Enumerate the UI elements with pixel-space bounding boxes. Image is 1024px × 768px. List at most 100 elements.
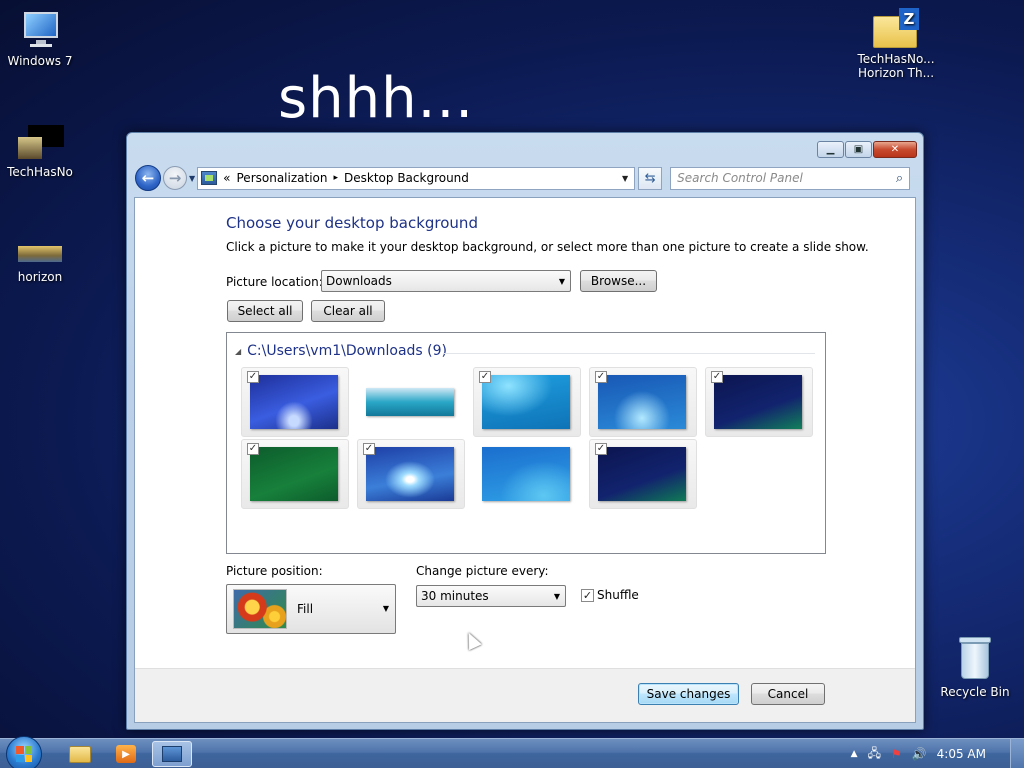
shuffle-checkbox[interactable]: ✓ <box>581 589 594 602</box>
thumbnail-checkbox[interactable]: ✓ <box>247 443 259 455</box>
maximize-icon: ▣ <box>853 144 864 155</box>
thumbnail-image <box>482 447 570 501</box>
breadcrumb-personalization[interactable]: Personalization <box>237 171 328 185</box>
control-panel-icon <box>162 746 182 762</box>
minimize-icon: ▁ <box>826 144 835 155</box>
taskbar-control-panel[interactable] <box>152 741 192 767</box>
desktop-icon-techhasno[interactable]: TechHasNo <box>0 125 80 179</box>
refresh-button[interactable]: ⇆ <box>638 166 663 190</box>
taskbar: ▶ ▲ 🖧 ⚑ 🔊 4:05 AM <box>0 736 1024 768</box>
thumbnail-checkbox[interactable]: ✓ <box>247 371 259 383</box>
system-tray: ▲ 🖧 ⚑ 🔊 4:05 AM <box>851 739 1024 768</box>
thumbnail-image <box>714 375 802 429</box>
picture-thumbnail[interactable]: ✓ <box>589 439 697 509</box>
search-icon[interactable]: ⌕ <box>896 171 903 186</box>
clear-all-button[interactable]: Clear all <box>311 300 385 322</box>
breadcrumb-prefix[interactable]: « <box>223 171 230 185</box>
thumbnail-checkbox[interactable]: ✓ <box>479 371 491 383</box>
minimize-button[interactable]: ▁ <box>817 141 844 158</box>
picture-thumbnail[interactable]: ✓ <box>473 367 581 437</box>
desktop-icon-label: TechHasNo... Horizon Th... <box>857 52 935 80</box>
desktop-icon-label: TechHasNo <box>7 165 73 179</box>
page-description: Click a picture to make it your desktop … <box>226 240 869 254</box>
taskbar-media-player[interactable]: ▶ <box>106 741 146 767</box>
thumbnail-image <box>366 447 454 501</box>
breadcrumb-desktop-background[interactable]: Desktop Background <box>344 171 469 185</box>
chevron-down-icon: ▼ <box>558 277 565 286</box>
image-file-icon <box>18 246 62 262</box>
group-divider <box>443 353 815 354</box>
window-controls: ▁ ▣ ✕ <box>817 141 917 158</box>
recycle-bin-icon <box>957 637 993 681</box>
group-header[interactable]: ◢ C:\Users\vm1\Downloads (9) <box>235 343 447 359</box>
picture-position-select[interactable]: Fill ▼ <box>226 584 396 634</box>
show-desktop-button[interactable] <box>1010 739 1024 768</box>
desktop-icon-label: Windows 7 <box>7 54 73 68</box>
thumbnail-checkbox[interactable]: ✓ <box>595 443 607 455</box>
picture-thumbnail[interactable]: ✓ <box>589 367 697 437</box>
close-icon: ✕ <box>890 144 900 155</box>
folder-icon <box>69 745 91 763</box>
zip-folder-icon: Z <box>873 8 919 48</box>
refresh-icon: ⇆ <box>644 170 656 186</box>
browse-button[interactable]: Browse... <box>580 270 657 292</box>
desktop-icon-techhasno-zip[interactable]: Z TechHasNo... Horizon Th... <box>856 8 936 80</box>
computer-icon <box>18 10 62 50</box>
desktop-background-window: ▁ ▣ ✕ ← → ▼ « Personalization ▸ Desktop … <box>126 132 924 730</box>
forward-button[interactable]: → <box>163 166 187 190</box>
thumbnail-image <box>598 375 686 429</box>
thumbnail-checkbox[interactable]: ✓ <box>363 443 375 455</box>
thumbnail-image <box>250 447 338 501</box>
page-title: Choose your desktop background <box>226 214 478 232</box>
chevron-down-icon: ▼ <box>382 604 389 613</box>
picture-position-value: Fill <box>297 602 314 616</box>
select-all-button[interactable]: Select all <box>227 300 303 322</box>
clock[interactable]: 4:05 AM <box>937 747 986 761</box>
chevron-down-icon: ▼ <box>553 592 560 601</box>
group-title: C:\Users\vm1\Downloads (9) <box>247 343 447 359</box>
volume-icon[interactable]: 🔊 <box>912 747 927 761</box>
collapse-triangle-icon[interactable]: ◢ <box>235 347 241 356</box>
picture-thumbnail[interactable]: ✓ <box>705 367 813 437</box>
desktop-icon-horizon[interactable]: horizon <box>0 246 80 284</box>
back-button[interactable]: ← <box>135 165 161 191</box>
thumbnail-image <box>250 375 338 429</box>
thumbnail-checkbox[interactable]: ✓ <box>595 371 607 383</box>
picture-thumbnail[interactable]: ✓ <box>241 367 349 437</box>
desktop-icon-recycle-bin[interactable]: Recycle Bin <box>935 637 1015 699</box>
chevron-down-icon[interactable]: ▼ <box>622 174 634 183</box>
picture-thumbnail[interactable] <box>357 367 465 437</box>
cancel-button[interactable]: Cancel <box>751 683 825 705</box>
start-button[interactable] <box>6 736 42 768</box>
windows-logo-icon <box>16 746 32 762</box>
search-input[interactable]: Search Control Panel ⌕ <box>670 166 911 190</box>
picture-location-select[interactable]: Downloads ▼ <box>321 270 571 292</box>
change-picture-every-select[interactable]: 30 minutes ▼ <box>416 585 566 607</box>
control-panel-icon <box>201 171 218 185</box>
recent-pages-dropdown[interactable]: ▼ <box>189 174 195 183</box>
breadcrumb-separator[interactable]: ▸ <box>333 173 338 183</box>
desktop-icon-windows7[interactable]: Windows 7 <box>0 10 80 68</box>
picture-thumbnail[interactable]: ✓ <box>357 439 465 509</box>
picture-thumbnail[interactable] <box>473 439 581 509</box>
network-icon[interactable]: 🖧 <box>868 744 881 765</box>
maximize-button[interactable]: ▣ <box>845 141 872 158</box>
taskbar-explorer[interactable] <box>60 741 100 767</box>
picture-position-label: Picture position: <box>226 564 323 578</box>
shuffle-label[interactable]: Shuffle <box>597 588 639 602</box>
mouse-cursor <box>462 629 482 651</box>
address-bar[interactable]: « Personalization ▸ Desktop Background ▼ <box>197 166 636 190</box>
action-center-flag-icon[interactable]: ⚑ <box>891 747 902 761</box>
picture-thumbnail[interactable]: ✓ <box>241 439 349 509</box>
desktop-icon-label: Recycle Bin <box>940 685 1010 699</box>
image-file-icon <box>16 125 64 161</box>
picture-location-label: Picture location: <box>226 275 323 289</box>
desktop-icon-label: horizon <box>17 270 63 284</box>
thumbnail-checkbox[interactable]: ✓ <box>711 371 723 383</box>
close-button[interactable]: ✕ <box>873 141 917 158</box>
change-picture-every-value: 30 minutes <box>421 589 489 603</box>
desktop-overlay-text: shhh... <box>278 66 475 131</box>
save-changes-button[interactable]: Save changes <box>638 683 739 705</box>
show-hidden-icons-icon[interactable]: ▲ <box>851 749 858 759</box>
thumbnail-image <box>482 375 570 429</box>
